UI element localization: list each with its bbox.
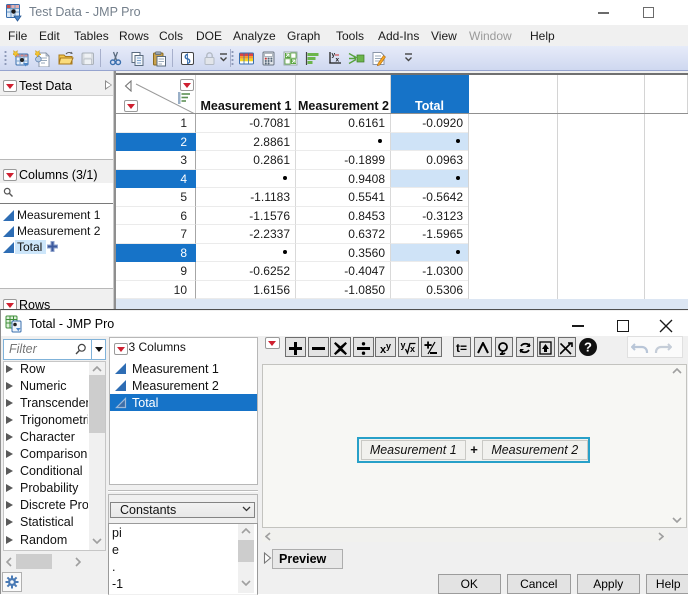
- svg-text:x: x: [336, 57, 340, 64]
- svg-text:x: x: [410, 344, 415, 354]
- svg-text:y: y: [386, 341, 391, 351]
- svg-text:y: y: [401, 340, 406, 350]
- svg-text:?: ?: [584, 340, 592, 355]
